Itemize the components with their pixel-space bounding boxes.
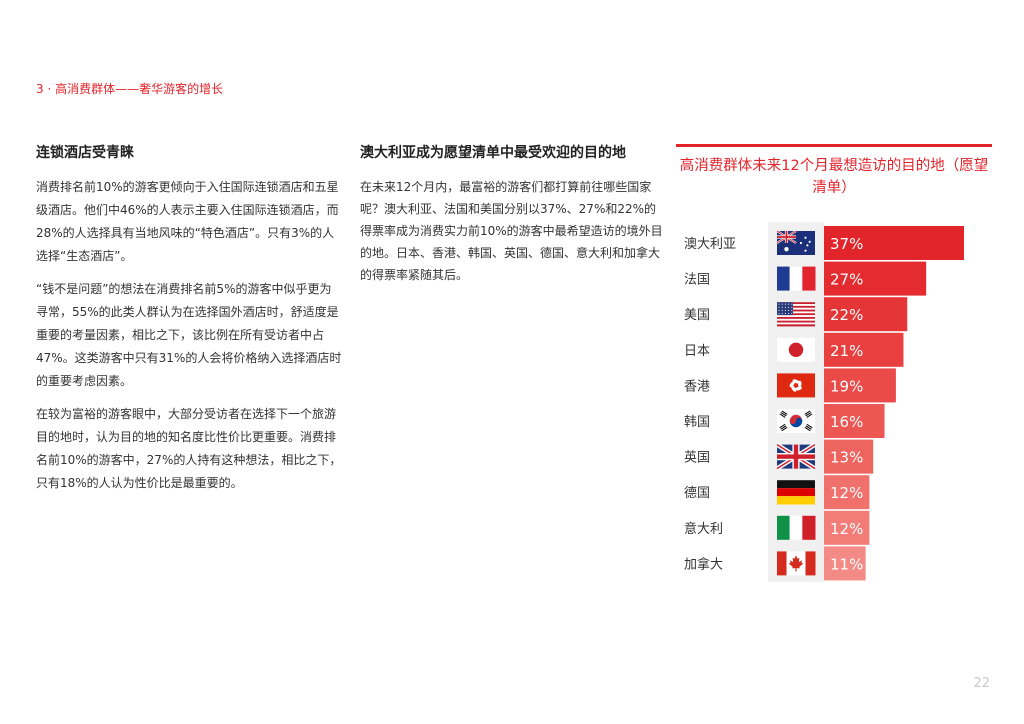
chart-header: 高消费群体未来12个月最想造访的目的地（愿望清单）	[676, 144, 992, 199]
value-label: 12%	[830, 520, 863, 538]
australia-flag-icon	[776, 230, 815, 255]
category-label: 美国	[684, 308, 710, 323]
category-label: 意大利	[684, 521, 723, 537]
section-header: 3 · 高消费群体——奢华游客的增长	[36, 82, 224, 96]
value-label: 19%	[830, 377, 863, 395]
category-label: 加拿大	[684, 556, 723, 572]
chart-top-rule	[676, 144, 992, 147]
usa-flag-icon	[777, 302, 815, 327]
germany-flag-icon	[777, 480, 815, 505]
left-column: 连锁酒店受青睐 消费排名前10%的游客更倾向于入住国际连锁酒店和五星级酒店。他们…	[36, 142, 342, 505]
middle-column: 澳大利亚成为愿望清单中最受欢迎的目的地 在未来12个月内，最富裕的游客们都打算前…	[360, 142, 668, 296]
category-label: 澳大利亚	[684, 236, 736, 252]
value-label: 21%	[830, 342, 863, 360]
hong-kong-flag-icon	[777, 373, 815, 398]
value-label: 22%	[830, 306, 863, 324]
left-paragraph-1: 消费排名前10%的游客更倾向于入住国际连锁酒店和五星级酒店。他们中46%的人表示…	[36, 180, 339, 263]
value-label: 27%	[830, 271, 863, 289]
japan-flag-icon	[777, 337, 815, 362]
category-label: 香港	[684, 379, 710, 394]
south-korea-flag-icon	[777, 409, 815, 433]
france-flag-icon	[777, 266, 816, 291]
uk-flag-icon	[775, 442, 817, 471]
page-number: 22	[973, 676, 990, 691]
left-paragraph-2: “钱不是问题”的想法在消费排名前5%的游客中似乎更为寻常，55%的此类人群认为在…	[36, 282, 342, 388]
canada-flag-icon	[777, 551, 816, 576]
category-label: 韩国	[684, 415, 710, 430]
value-label: 12%	[830, 484, 863, 502]
italy-flag-icon	[777, 515, 816, 540]
value-label: 37%	[830, 235, 863, 253]
destination-bar-chart: 澳大利亚 37% 法国 27% 美国 22% 日本 21% 香港 19% 韩国 16% 英国 13% 德国 1…	[684, 226, 964, 581]
category-label: 日本	[684, 344, 710, 359]
middle-paragraph-1: 在未来12个月内，最富裕的游客们都打算前往哪些国家呢？澳大利亚、法国和美国分别以…	[360, 180, 663, 282]
chart-title: 高消费群体未来12个月最想造访的目的地（愿望清单）	[679, 158, 989, 196]
left-paragraph-3: 在较为富裕的游客眼中，大部分受访者在选择下一个旅游目的地时，认为目的地的知名度比…	[36, 407, 342, 490]
value-label: 13%	[830, 449, 863, 467]
value-label: 16%	[830, 413, 863, 431]
category-label: 英国	[684, 451, 710, 466]
category-label: 法国	[684, 273, 710, 288]
category-label: 德国	[684, 486, 710, 501]
middle-column-title: 澳大利亚成为愿望清单中最受欢迎的目的地	[360, 145, 626, 161]
left-column-title: 连锁酒店受青睐	[36, 145, 134, 161]
value-label: 11%	[830, 555, 863, 573]
